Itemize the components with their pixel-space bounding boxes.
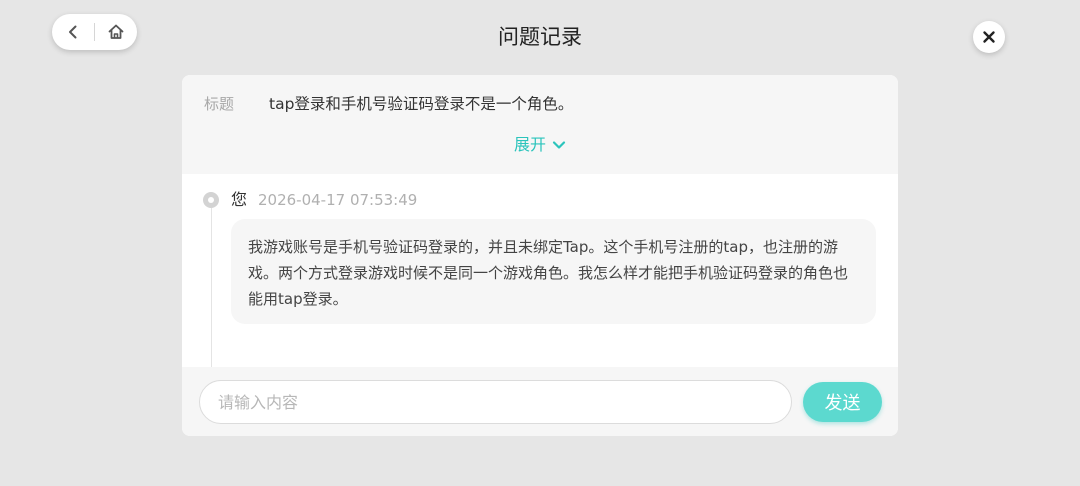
close-button[interactable] — [973, 21, 1005, 53]
ticket-title-section: 标题 tap登录和手机号验证码登录不是一个角色。 展开 — [182, 75, 898, 174]
timeline-line — [211, 206, 212, 368]
composer-bar: 发送 — [182, 367, 898, 436]
timeline-dot — [203, 192, 219, 208]
title-label: 标题 — [204, 95, 235, 113]
page-title: 问题记录 — [498, 25, 582, 49]
message-bubble: 我游戏账号是手机号验证码登录的，并且未绑定Tap。这个手机号注册的tap，也注册… — [231, 219, 876, 324]
ticket-panel: 标题 tap登录和手机号验证码登录不是一个角色。 展开 您 2026-04-17… — [182, 75, 898, 436]
ticket-title: tap登录和手机号验证码登录不是一个角色。 — [269, 95, 574, 113]
expand-label: 展开 — [513, 135, 546, 154]
message-timestamp: 2026-04-17 07:53:49 — [258, 191, 418, 209]
message-author: 您 — [231, 190, 248, 209]
close-icon — [983, 31, 995, 43]
expand-toggle[interactable]: 展开 — [182, 134, 898, 156]
send-button[interactable]: 发送 — [803, 382, 882, 422]
chevron-down-icon — [552, 141, 566, 149]
message-input[interactable] — [199, 380, 792, 424]
